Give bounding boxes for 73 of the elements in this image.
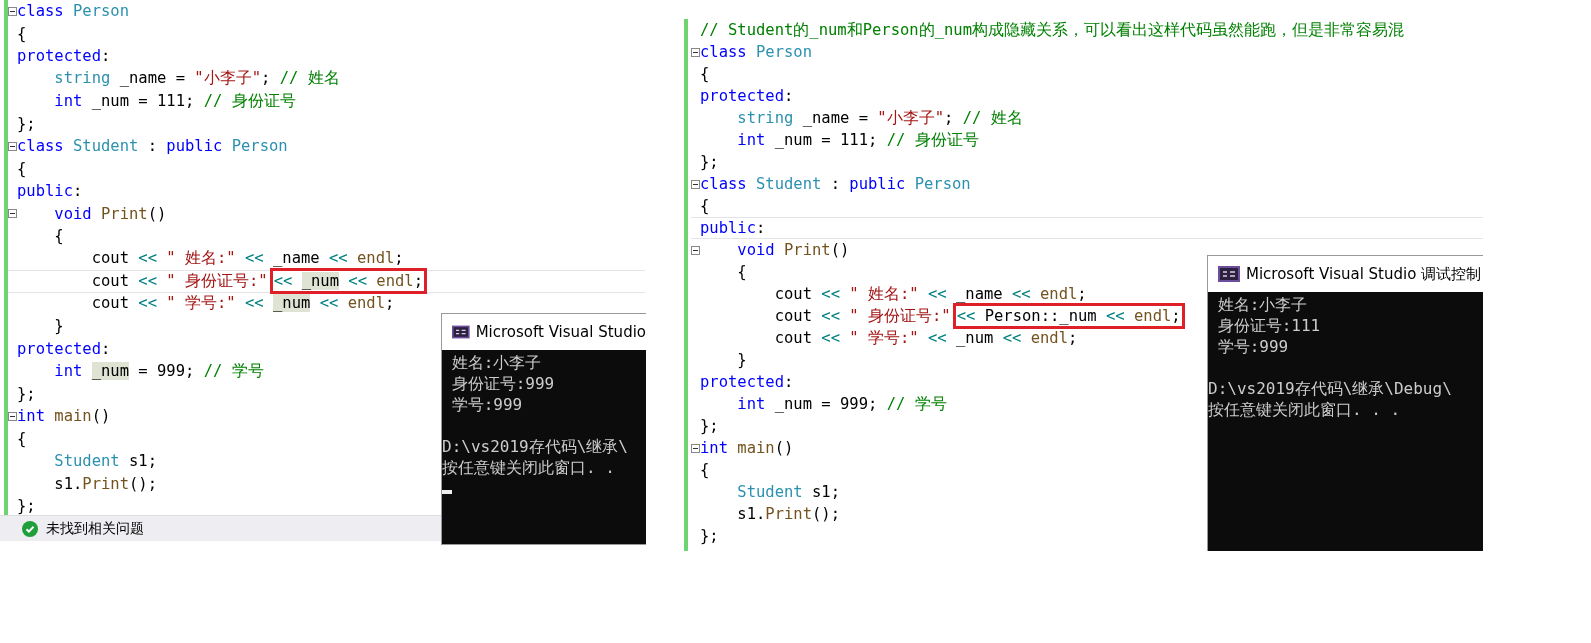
- code-text: protected:: [700, 373, 794, 391]
- console-title: Microsoft Visual Studio: [475, 323, 646, 341]
- collapse-icon[interactable]: [8, 141, 17, 151]
- code-text: Student s1;: [736, 483, 840, 501]
- check-icon: [22, 520, 38, 537]
- collapse-icon[interactable]: [691, 47, 700, 57]
- code-text: protected:: [700, 87, 794, 105]
- console-output-line: 身份证号:111: [1216, 315, 1321, 336]
- code-text: cout << " 身份证号:": [90, 270, 268, 292]
- code-text: cout << " 学号:" << _num << endl;: [90, 293, 395, 315]
- collapse-icon[interactable]: [691, 443, 700, 453]
- code-text: class Person: [700, 43, 812, 61]
- code-text: string _name = "小李子"; // 姓名: [53, 68, 340, 90]
- code-text: {: [700, 65, 710, 83]
- code-text: Student s1;: [53, 452, 157, 471]
- code-text: int _num = 111; // 身份证号: [736, 129, 979, 151]
- code-text: {: [700, 197, 710, 215]
- console-output-line: 姓名:小李子: [1216, 294, 1308, 315]
- code-text: protected:: [17, 47, 111, 66]
- code-text: int main(): [700, 439, 794, 457]
- code-text: cout << " 姓名:" << _name << endl;: [90, 248, 404, 270]
- highlight-box: << Person::_num << endl;: [952, 303, 1185, 329]
- code-text: }: [53, 317, 64, 336]
- collapse-icon[interactable]: [691, 179, 700, 189]
- code-text: {: [17, 24, 27, 43]
- console-output-line: D:\vs2019存代码\继承\Debug\: [1208, 378, 1452, 399]
- console-app-icon: [452, 324, 470, 340]
- code-text: public:: [17, 182, 83, 201]
- code-text: s1.Print();: [736, 505, 840, 523]
- code-text: protected:: [17, 339, 111, 358]
- code-text: cout << " 学号:" << _num << endl;: [773, 327, 1078, 349]
- code-text: class Student : public Person: [17, 137, 288, 156]
- code-text: int _num = 111; // 身份证号: [53, 90, 296, 112]
- collapse-icon[interactable]: [691, 245, 700, 255]
- code-text: void Print(): [736, 241, 850, 259]
- code-text: int main(): [17, 407, 111, 426]
- code-text: cout << " 身份证号:": [773, 305, 951, 327]
- code-text: };: [700, 527, 719, 545]
- code-text: s1.Print();: [53, 474, 157, 493]
- highlight-box: << _num << endl;: [269, 268, 427, 295]
- code-text: };: [700, 153, 719, 171]
- code-text: string _name = "小李子"; // 姓名: [736, 107, 1023, 129]
- code-text: {: [736, 263, 747, 281]
- code-text: class Student : public Person: [700, 175, 971, 193]
- code-text: {: [17, 429, 27, 448]
- code-text: class Person: [17, 2, 129, 21]
- code-text: {: [17, 159, 27, 178]
- collapse-icon[interactable]: [8, 411, 17, 421]
- code-text: void Print(): [53, 204, 167, 223]
- console-app-icon: [1218, 266, 1240, 282]
- code-text: int _num = 999; // 学号: [53, 360, 264, 382]
- console-title: Microsoft Visual Studio 调试控制: [1246, 264, 1482, 284]
- code-text: };: [17, 497, 36, 516]
- code-text: };: [17, 114, 36, 133]
- collapse-icon[interactable]: [8, 209, 17, 219]
- console-output-line: 按任意键关闭此窗口. . .: [1208, 399, 1401, 420]
- code-text: int _num = 999; // 学号: [736, 393, 947, 415]
- console-output-line: 按任意键关闭此窗口. .: [442, 457, 615, 478]
- code-text: // Student的_num和Person的_num构成隐藏关系，可以看出这样代码虽然能跑，但是非常容易混: [700, 19, 1404, 41]
- code-text: };: [17, 384, 36, 403]
- code-text: {: [700, 461, 710, 479]
- code-text: }: [736, 351, 747, 369]
- console-output-line: D:\vs2019存代码\继承\: [442, 436, 628, 457]
- console-output-line: 学号:999: [1216, 336, 1289, 357]
- console-output-line: 身份证号:999: [450, 373, 555, 394]
- status-text: 未找到相关问题: [46, 519, 144, 538]
- console-output-line: 姓名:小李子: [450, 352, 542, 373]
- code-text: {: [53, 227, 64, 246]
- code-text: public:: [700, 219, 766, 237]
- code-text: };: [700, 417, 719, 435]
- code-text: cout << " 姓名:" << _name << endl;: [773, 283, 1087, 305]
- console-output-line: 学号:999: [450, 394, 523, 415]
- collapse-icon[interactable]: [8, 6, 17, 16]
